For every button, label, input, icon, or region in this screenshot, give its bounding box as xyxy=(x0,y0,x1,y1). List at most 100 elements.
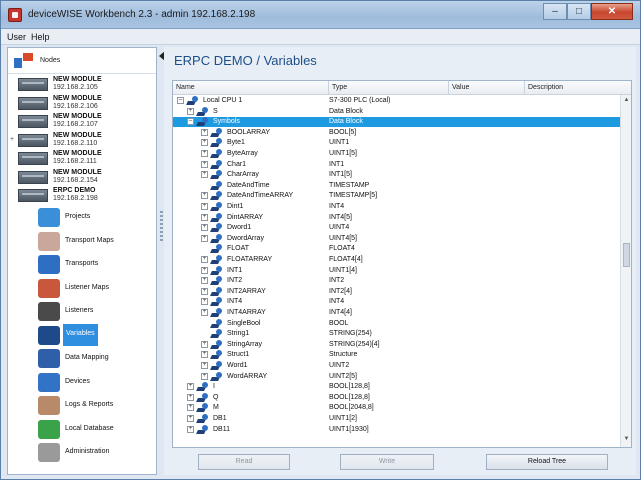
nav-item-listeners[interactable]: Listeners xyxy=(8,300,156,322)
node-item[interactable]: NEW MODULE 192.168.2.105 xyxy=(8,75,156,93)
tree-row[interactable]: + DB1 UINT1[2] xyxy=(173,414,621,424)
tree-row[interactable]: + DintARRAY INT4[5] xyxy=(173,212,621,223)
nav-item-administration[interactable]: Administration xyxy=(8,441,156,463)
nav-item-devices[interactable]: Devices xyxy=(8,371,156,393)
nav-item-transports[interactable]: Transports xyxy=(8,253,156,275)
write-button[interactable]: Write xyxy=(340,454,434,470)
vertical-scrollbar[interactable]: ▲ ▼ xyxy=(620,95,631,447)
expand-icon[interactable] xyxy=(10,118,16,124)
expand-icon[interactable]: + xyxy=(201,171,208,179)
scroll-up-icon[interactable]: ▲ xyxy=(622,97,631,106)
tree-row[interactable]: SingleBool BOOL xyxy=(173,318,621,329)
expand-icon[interactable]: + xyxy=(201,277,208,285)
expand-icon[interactable]: + xyxy=(201,266,208,274)
nav-item-variables[interactable]: Variables xyxy=(8,323,156,346)
tree-row[interactable]: FLOAT FLOAT4 xyxy=(173,244,621,254)
expand-icon[interactable]: + xyxy=(10,136,16,143)
tree-row[interactable]: String1 STRING(254) xyxy=(173,329,621,339)
expand-icon[interactable] xyxy=(10,174,16,180)
expand-icon[interactable]: + xyxy=(201,287,208,295)
tree-row[interactable]: + Struct1 Structure xyxy=(173,350,621,360)
column-header-name[interactable]: Name xyxy=(173,81,329,95)
nav-item-local-database[interactable]: Local Database xyxy=(8,418,156,440)
tree-row[interactable]: + Dint1 INT4 xyxy=(173,202,621,212)
tree-row[interactable]: – Local CPU 1 S7-300 PLC (Local) xyxy=(173,96,621,106)
tree-row[interactable]: + DB11 UINT1[1930] xyxy=(173,424,621,435)
scroll-down-icon[interactable]: ▼ xyxy=(622,436,631,445)
expand-icon[interactable]: + xyxy=(201,256,208,263)
expand-icon[interactable]: + xyxy=(201,160,208,168)
expand-icon[interactable]: + xyxy=(201,128,208,136)
node-item[interactable]: + NEW MODULE 192.168.2.110 xyxy=(8,131,156,149)
expand-icon[interactable]: + xyxy=(201,362,208,369)
tree-row[interactable]: + FLOATARRAY FLOAT4[4] xyxy=(173,255,621,265)
nav-item-projects[interactable]: Projects xyxy=(8,206,156,228)
tree-row[interactable]: + INT4 INT4 xyxy=(173,297,621,307)
node-item[interactable]: NEW MODULE 192.168.2.111 xyxy=(8,149,156,167)
expand-icon[interactable]: – xyxy=(187,118,194,126)
expand-icon[interactable]: + xyxy=(201,192,208,200)
tree-row[interactable]: + M BOOL[2048,8] xyxy=(173,403,621,413)
expand-icon[interactable] xyxy=(10,192,16,198)
expand-icon[interactable]: + xyxy=(201,340,208,348)
tree-row[interactable]: + ByteArray UINT1[5] xyxy=(173,149,621,159)
expand-icon[interactable]: + xyxy=(201,309,208,316)
title-bar[interactable]: deviceWISE Workbench 2.3 - admin 192.168… xyxy=(1,1,640,29)
expand-icon[interactable]: + xyxy=(201,351,208,359)
tree-row[interactable]: + Word1 UINT2 xyxy=(173,361,621,371)
expand-icon[interactable]: + xyxy=(201,298,208,306)
menu-help[interactable]: Help xyxy=(31,32,50,42)
minimize-button[interactable]: – xyxy=(543,3,567,20)
expand-icon[interactable]: + xyxy=(187,415,194,422)
expand-icon[interactable]: + xyxy=(201,203,208,210)
tree-row[interactable]: + Dword1 UINT4 xyxy=(173,223,621,233)
expand-icon[interactable]: + xyxy=(187,107,194,115)
tree-row[interactable]: + INT2 INT2 xyxy=(173,276,621,286)
read-button[interactable]: Read xyxy=(198,454,290,470)
tree-row[interactable]: + WordARRAY UINT2[5] xyxy=(173,371,621,382)
scroll-thumb[interactable] xyxy=(623,243,630,267)
expand-icon[interactable]: + xyxy=(201,224,208,232)
tree-row[interactable]: DateAndTime TIMESTAMP xyxy=(173,180,621,191)
tree-row[interactable]: – Symbols Data Block xyxy=(173,117,621,128)
tree-row[interactable]: + BOOLARRAY BOOL[5] xyxy=(173,127,621,138)
tree-row[interactable]: + CharArray INT1[5] xyxy=(173,170,621,180)
tree-row[interactable]: + Byte1 UINT1 xyxy=(173,138,621,148)
tree-row[interactable]: + S Data Block xyxy=(173,106,621,117)
tree-row[interactable]: + DateAndTimeARRAY TIMESTAMP[5] xyxy=(173,191,621,201)
expand-icon[interactable]: + xyxy=(201,213,208,221)
expand-icon[interactable]: – xyxy=(177,97,184,104)
tree-row[interactable]: + Char1 INT1 xyxy=(173,159,621,170)
tree-row[interactable]: + I BOOL[128,8] xyxy=(173,382,621,392)
node-item[interactable]: NEW MODULE 192.168.2.154 xyxy=(8,168,156,186)
node-item[interactable]: ERPC DEMO 192.168.2.198 xyxy=(8,186,156,204)
expand-icon[interactable]: + xyxy=(201,150,208,157)
expand-icon[interactable]: + xyxy=(201,139,208,147)
column-header-value[interactable]: Value xyxy=(449,81,525,95)
close-button[interactable]: ✕ xyxy=(591,3,633,20)
expand-icon[interactable]: + xyxy=(187,425,194,433)
tree-row[interactable]: + DwordArray UINT4[5] xyxy=(173,233,621,244)
column-header-description[interactable]: Description xyxy=(525,81,631,95)
nav-item-listener-maps[interactable]: Listener Maps xyxy=(8,277,156,299)
expand-icon[interactable]: + xyxy=(201,372,208,380)
column-header-type[interactable]: Type xyxy=(329,81,449,95)
nav-item-logs-reports[interactable]: Logs & Reports xyxy=(8,394,156,416)
reload-tree-button[interactable]: Reload Tree xyxy=(486,454,608,470)
tree-row[interactable]: + StringArray STRING(254)[4] xyxy=(173,339,621,350)
expand-icon[interactable]: + xyxy=(187,383,194,391)
expand-icon[interactable]: + xyxy=(187,404,194,412)
nav-item-data-mapping[interactable]: Data Mapping xyxy=(8,347,156,369)
maximize-button[interactable]: □ xyxy=(567,3,591,20)
expand-icon[interactable]: + xyxy=(201,234,208,242)
menu-user[interactable]: User xyxy=(7,32,26,42)
tree-row[interactable]: + INT1 UINT1[4] xyxy=(173,265,621,276)
expand-icon[interactable] xyxy=(10,155,16,161)
node-item[interactable]: NEW MODULE 192.168.2.107 xyxy=(8,112,156,130)
tree-row[interactable]: + Q BOOL[128,8] xyxy=(173,392,621,403)
node-item[interactable]: NEW MODULE 192.168.2.106 xyxy=(8,94,156,112)
expand-icon[interactable]: + xyxy=(187,393,194,401)
expand-icon[interactable] xyxy=(10,81,16,87)
tree-row[interactable]: + INT2ARRAY INT2[4] xyxy=(173,286,621,297)
splitter-handle[interactable] xyxy=(160,211,163,241)
